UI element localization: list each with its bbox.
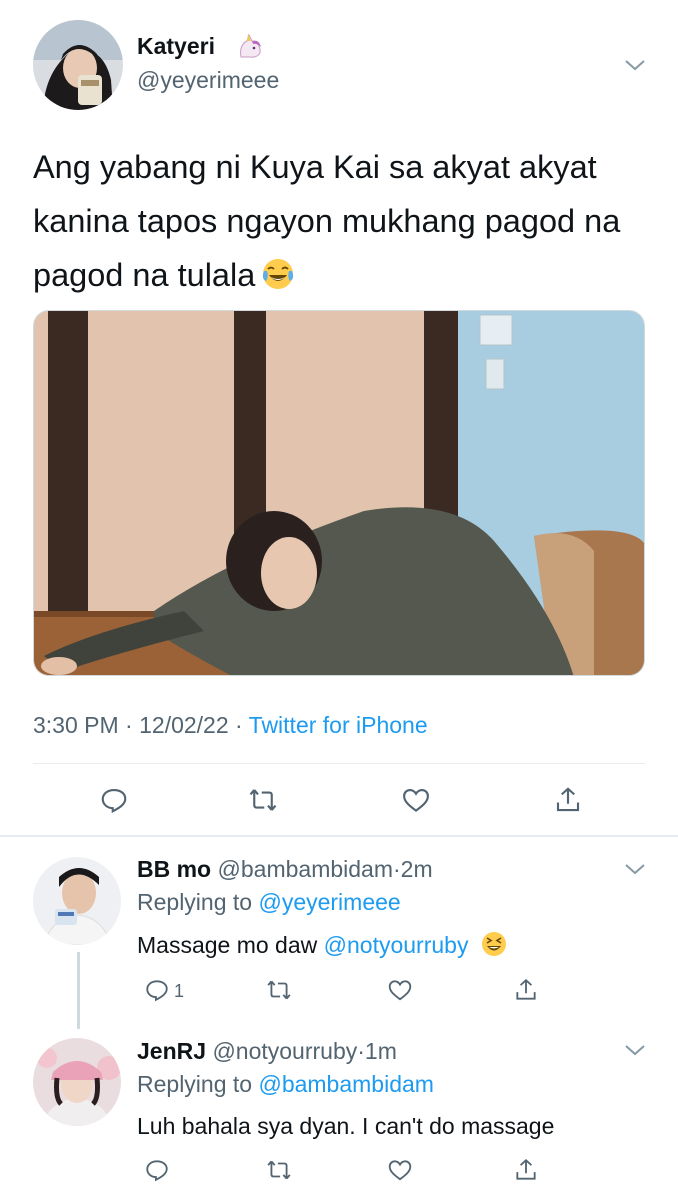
replying-to-line: Replying to @yeyerimeee xyxy=(137,889,401,916)
reply-age: 2m xyxy=(400,856,433,882)
reply-share-button[interactable] xyxy=(506,970,546,1010)
reply-retweet-button[interactable] xyxy=(259,970,299,1010)
reply-icon xyxy=(146,980,168,1002)
reply-share-button[interactable] xyxy=(506,1150,546,1190)
tweet-photo[interactable] xyxy=(33,310,645,676)
reply-like-button[interactable] xyxy=(380,1150,420,1190)
tweet-source-link[interactable]: Twitter for iPhone xyxy=(249,712,428,738)
tweet-date: 12/02/22 xyxy=(139,712,229,738)
reply-display-name[interactable]: JenRJ xyxy=(137,1038,206,1064)
reply-retweet-button[interactable] xyxy=(259,1150,299,1190)
separator-dot: · xyxy=(118,712,140,738)
reply-more-chevron-icon[interactable] xyxy=(624,862,646,876)
reply-text: Massage mo daw @notyourruby xyxy=(137,931,507,959)
grinning-squinting-emoji-icon xyxy=(481,931,507,957)
reply-reply-button[interactable] xyxy=(137,970,177,1010)
reply-reply-button[interactable] xyxy=(137,1150,177,1190)
divider xyxy=(33,763,645,764)
share-icon xyxy=(516,1159,536,1180)
retweet-icon xyxy=(267,980,291,1000)
reply-display-name[interactable]: BB mo xyxy=(137,856,211,882)
share-icon xyxy=(556,787,580,812)
more-options-chevron-icon[interactable] xyxy=(624,58,646,72)
separator-dot: · xyxy=(228,712,249,738)
reply-like-button[interactable] xyxy=(380,970,420,1010)
tweet-text: Ang yabang ni Kuya Kai sa akyat akyat ka… xyxy=(33,140,653,302)
tweet-time: 3:30 PM xyxy=(33,712,119,738)
reply-handle[interactable]: @bambambidam xyxy=(218,856,393,882)
author-handle[interactable]: @yeyerimeee xyxy=(137,67,279,94)
reply-icon xyxy=(101,788,127,813)
like-button[interactable] xyxy=(396,780,436,820)
share-button[interactable] xyxy=(548,780,588,820)
like-icon xyxy=(388,980,412,1001)
replying-to-label: Replying to xyxy=(137,889,253,915)
author-avatar[interactable] xyxy=(33,20,123,110)
reply-icon xyxy=(146,1160,168,1182)
like-icon xyxy=(403,788,429,812)
replying-to-link[interactable]: @yeyerimeee xyxy=(258,889,400,915)
reply-more-chevron-icon[interactable] xyxy=(624,1043,646,1057)
section-divider xyxy=(0,835,678,837)
retweet-button[interactable] xyxy=(243,780,283,820)
retweet-icon xyxy=(249,789,277,811)
share-icon xyxy=(516,979,536,1000)
thread-connector xyxy=(77,952,80,1029)
reply-header: JenRJ @notyourruby·1m xyxy=(137,1038,397,1065)
reply-text-body: Massage mo daw xyxy=(137,932,324,958)
reply-handle[interactable]: @notyourruby xyxy=(212,1038,357,1064)
like-icon xyxy=(388,1160,412,1181)
reply-header: BB mo @bambambidam·2m xyxy=(137,856,433,883)
tweet-meta: 3:30 PM · 12/02/22 · Twitter for iPhone xyxy=(33,712,428,739)
reply-avatar[interactable] xyxy=(33,1038,121,1126)
reply-avatar[interactable] xyxy=(33,857,121,945)
tweet-body: Ang yabang ni Kuya Kai sa akyat akyat ka… xyxy=(33,149,621,293)
replying-to-line: Replying to @bambambidam xyxy=(137,1071,434,1098)
separator-dot: · xyxy=(393,856,401,882)
tears-of-joy-emoji-icon xyxy=(261,253,295,289)
reply-count: 1 xyxy=(174,981,185,1001)
mention-link[interactable]: @notyourruby xyxy=(324,932,469,958)
separator-dot: · xyxy=(357,1038,365,1064)
reply-text: Luh bahala sya dyan. I can't do massage xyxy=(137,1113,555,1139)
replying-to-label: Replying to xyxy=(137,1071,253,1097)
unicorn-emoji-icon xyxy=(235,31,265,61)
reply-age: 1m xyxy=(364,1038,397,1064)
reply-button[interactable] xyxy=(94,780,134,820)
retweet-icon xyxy=(267,1160,291,1180)
replying-to-link[interactable]: @bambambidam xyxy=(258,1071,433,1097)
author-display-name[interactable]: Katyeri xyxy=(137,33,215,60)
